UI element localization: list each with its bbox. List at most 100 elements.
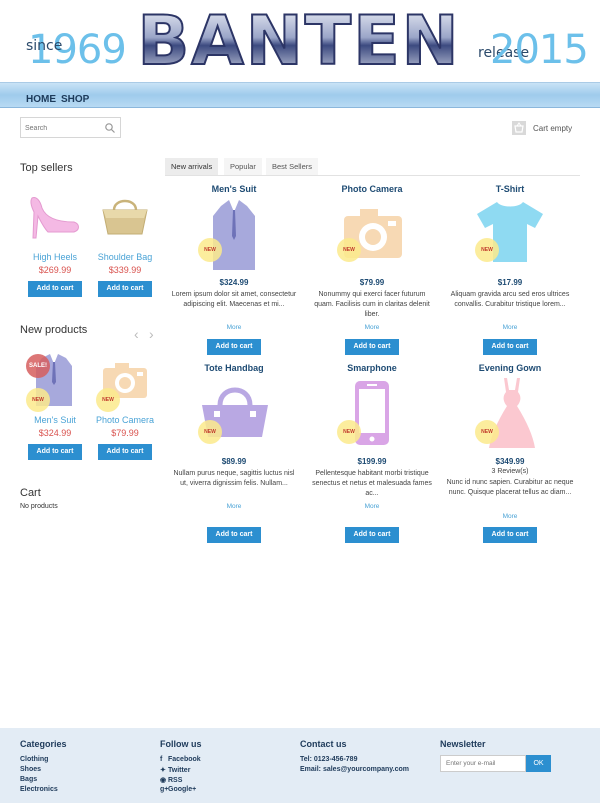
product-add-to-cart[interactable]: Add to cart [483,527,537,543]
header-cart[interactable]: Cart empty [512,121,572,135]
new-badge: NEW [337,420,361,444]
footer-category-link[interactable]: Clothing [20,756,48,763]
new-product-price-1: $79.99 [111,428,139,438]
new-product-price-0: $324.99 [38,428,72,438]
product-name[interactable]: Evening Gown [460,363,560,373]
footer-facebook-link[interactable]: f Facebook [160,756,201,763]
product-price: $324.99 [219,278,249,287]
product-name[interactable]: Men's Suit [184,184,284,194]
tab-popular[interactable]: Popular [224,158,262,175]
footer-email[interactable]: Email: sales@yourcompany.com [300,766,409,773]
footer-newsletter-title: Newsletter [440,739,486,749]
footer-contact-title: Contact us [300,739,347,749]
year-right: 2015 [490,27,589,73]
footer-follow-title: Follow us [160,739,202,749]
product-description: Nullam purus neque, sagittis luctus nisl… [173,470,295,487]
product-more-link[interactable]: More [322,324,422,331]
product-add-to-cart[interactable]: Add to cart [207,339,261,355]
facebook-icon: f [160,756,163,763]
sale-badge: SALE! [26,354,50,378]
tab-new-arrivals[interactable]: New arrivals [165,158,219,175]
new-product-add-to-cart-1[interactable]: Add to cart [98,444,152,460]
new-badge: NEW [198,238,222,262]
product-description: Aliquam gravida arcu sed eros ultrices c… [450,291,570,308]
cart-empty-text: No products [20,503,58,510]
new-badge: NEW [475,238,499,262]
product-more-link[interactable]: More [460,324,560,331]
product-description: Nunc id nunc sapien. Curabitur ac neque … [446,479,574,496]
site-footer: Categories Clothing Shoes Bags Electroni… [0,728,600,803]
product-name[interactable]: Smarphone [322,363,422,373]
rss-icon: ◉ [160,777,167,784]
new-badge: NEW [337,238,361,262]
cart-status: Cart empty [533,124,573,133]
new-badge: NEW [475,420,499,444]
footer-twitter-link[interactable]: ✦ Twitter [160,766,190,774]
nav-home[interactable]: HOME [26,94,56,105]
chevron-left-icon[interactable]: ‹ [134,327,139,341]
new-products-title: New products [20,324,88,336]
product-description: Lorem ipsum dolor sit amet, consectetur … [171,291,297,308]
product-price: $199.99 [357,457,387,466]
footer-google-plus-link[interactable]: g+Google+ [160,786,196,793]
site-header: 1969 since BANTEN release 2015 [0,0,600,82]
new-product-add-to-cart-0[interactable]: Add to cart [28,444,82,460]
product-name[interactable]: Photo Camera [322,184,422,194]
product-price: $17.99 [497,278,523,287]
footer-category-link[interactable]: Bags [20,776,37,783]
top-seller-name-0[interactable]: High Heels [20,252,90,262]
footer-phone: Tel: 0123-456-789 [300,756,358,763]
main-nav: HOME SHOP [0,82,600,108]
product-more-link[interactable]: More [322,503,422,510]
new-badge: NEW [26,388,50,412]
top-seller-add-to-cart-0[interactable]: Add to cart [28,281,82,297]
footer-rss-link[interactable]: ◉ RSS [160,776,182,784]
product-add-to-cart[interactable]: Add to cart [207,527,261,543]
cart-icon [512,121,526,135]
high-heel-icon[interactable] [28,194,80,240]
tab-best-sellers[interactable]: Best Sellers [266,158,319,175]
google-plus-icon: g+ [160,786,169,793]
newsletter-submit-button[interactable]: OK [526,755,551,772]
product-add-to-cart[interactable]: Add to cart [345,339,399,355]
tabs-divider [165,175,580,176]
footer-category-link[interactable]: Shoes [20,766,41,773]
product-more-link[interactable]: More [184,503,284,510]
site-logo[interactable]: BANTEN [138,4,460,76]
newsletter-email-input[interactable] [440,755,526,772]
new-badge: NEW [198,420,222,444]
product-reviews[interactable]: 3 Review(s) [460,468,560,475]
product-description: Pellentesque habitant morbi tristique se… [312,470,432,497]
product-price: $349.99 [495,457,525,466]
shoulder-bag-icon[interactable] [100,196,150,238]
product-name[interactable]: T-Shirt [460,184,560,194]
footer-category-link[interactable]: Electronics [20,786,58,793]
top-seller-price-1: $339.99 [108,265,142,275]
top-seller-add-to-cart-1[interactable]: Add to cart [98,281,152,297]
search-input[interactable] [25,121,103,135]
product-add-to-cart[interactable]: Add to cart [345,527,399,543]
cart-title: Cart [20,487,41,499]
twitter-icon: ✦ [160,767,166,774]
since-label: since [26,38,63,54]
top-seller-name-1[interactable]: Shoulder Bag [90,252,160,262]
new-badge: NEW [96,388,120,412]
top-sellers-title: Top sellers [20,162,73,174]
search-box [20,117,121,138]
footer-categories-title: Categories [20,739,67,749]
mens-suit-image[interactable] [211,198,257,272]
new-product-name-0[interactable]: Men's Suit [20,415,90,425]
search-icon[interactable] [104,122,116,134]
product-add-to-cart[interactable]: Add to cart [483,339,537,355]
nav-shop[interactable]: SHOP [61,94,89,105]
product-description: Nonummy qui exerci facer futurum quam. F… [314,291,430,318]
top-seller-price-0: $269.99 [38,265,72,275]
chevron-right-icon[interactable]: › [149,327,154,341]
product-more-link[interactable]: More [460,513,560,520]
product-price: $79.99 [359,278,385,287]
page-root: 1969 since BANTEN release 2015 HOME SHOP [0,0,600,803]
product-name[interactable]: Tote Handbag [184,363,284,373]
product-more-link[interactable]: More [184,324,284,331]
new-product-name-1[interactable]: Photo Camera [90,415,160,425]
logo-text: BANTEN [138,4,460,76]
